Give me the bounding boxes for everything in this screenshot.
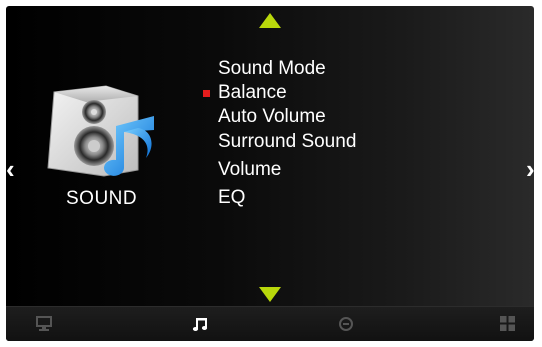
menu-item-sound-mode[interactable]: Sound Mode (218, 58, 326, 80)
bottom-tab-bar (6, 306, 534, 341)
selection-indicator (203, 90, 210, 97)
menu-item-auto-volume[interactable]: Auto Volume (218, 106, 326, 128)
monitor-icon[interactable] (36, 316, 52, 331)
menu-item-label: Balance (218, 82, 287, 103)
scroll-down-icon[interactable] (259, 287, 281, 302)
menu-panel: ‹ › SOUND Sound Mode Balance Auto Volume… (6, 6, 534, 306)
clock-icon[interactable] (338, 316, 354, 332)
nav-left-icon[interactable]: ‹ (6, 156, 15, 182)
nav-right-icon[interactable]: › (526, 156, 534, 182)
grid-icon[interactable] (500, 316, 515, 331)
menu-item-balance[interactable]: Balance (203, 82, 287, 104)
menu-item-surround-sound[interactable]: Surround Sound (218, 131, 356, 153)
category-label: SOUND (66, 188, 138, 209)
scroll-up-icon[interactable] (259, 13, 281, 28)
speaker-music-note-icon (47, 85, 154, 177)
tv-osd-screen: ‹ › SOUND Sound Mode Balance Auto Volume… (6, 6, 534, 341)
menu-item-volume[interactable]: Volume (218, 159, 281, 181)
menu-item-eq[interactable]: EQ (218, 187, 245, 209)
music-note-icon[interactable] (192, 316, 208, 332)
